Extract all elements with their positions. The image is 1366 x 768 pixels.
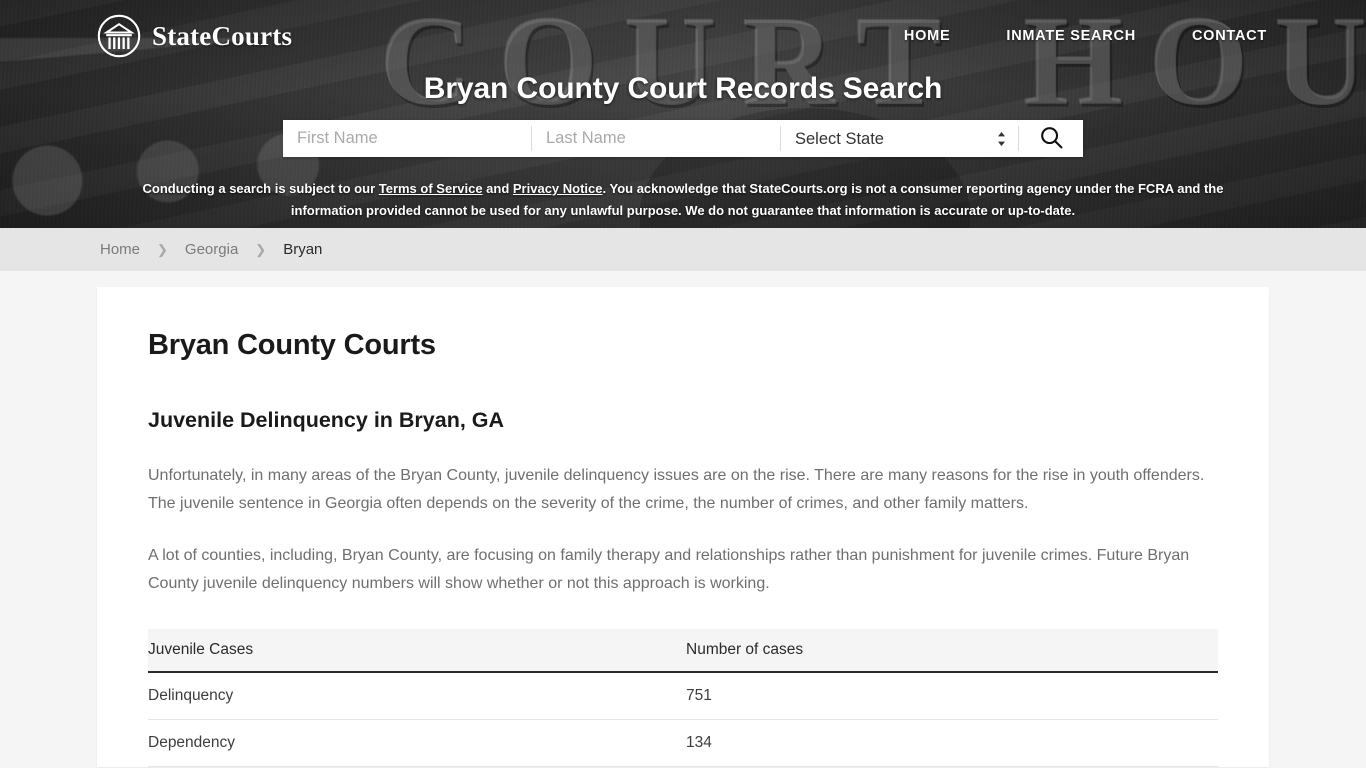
table-header-row: Juvenile Cases Number of cases <box>148 628 1218 673</box>
magnifier-icon <box>1039 125 1064 153</box>
breadcrumb-bar: Home ❯ Georgia ❯ Bryan <box>0 228 1366 271</box>
table-body: Delinquency 751 Dependency 134 <box>148 671 1218 767</box>
chevron-right-icon: ❯ <box>157 241 168 257</box>
table-head: Juvenile Cases Number of cases <box>148 628 1218 673</box>
search-button[interactable] <box>1019 120 1083 157</box>
brand-logo-link[interactable]: StateCourts <box>97 14 292 58</box>
paragraph-intro: Unfortunately, in many areas of the Brya… <box>148 467 1205 513</box>
content-card: Bryan County Courts Juvenile Delinquency… <box>97 287 1269 767</box>
chevron-right-icon: ❯ <box>255 241 267 257</box>
breadcrumb-item-home[interactable]: Home <box>100 241 140 258</box>
nav-item-home[interactable]: HOME <box>904 28 951 44</box>
section-title: Juvenile Delinquency in Bryan, GA <box>148 408 505 432</box>
page-body: Bryan County Courts Juvenile Delinquency… <box>0 271 1366 767</box>
brand-name: StateCourts <box>152 20 293 51</box>
column-header-count: Number of cases <box>686 628 1218 673</box>
courthouse-circle-icon <box>97 14 141 58</box>
paragraph-approach: A lot of counties, including, Bryan Coun… <box>148 547 1190 593</box>
juvenile-cases-table: Juvenile Cases Number of cases Delinquen… <box>148 628 1218 767</box>
record-search-form: Select State <box>283 120 1083 157</box>
last-name-input[interactable] <box>532 120 780 157</box>
cell-case-type: Delinquency <box>148 671 686 720</box>
hero-banner: COURT HOUSE StateCourts HOME INMA <box>0 0 1366 228</box>
hero-title: Bryan County Court Records Search <box>423 72 943 105</box>
state-select[interactable]: Select State <box>781 120 1018 157</box>
primary-navigation: HOME INMATE SEARCH CONTACT <box>904 28 1267 44</box>
disclaimer-text-2: and <box>482 181 513 196</box>
first-name-input[interactable] <box>283 120 531 157</box>
breadcrumb-item-bryan: Bryan <box>283 241 323 258</box>
terms-of-service-link[interactable]: Terms of Service <box>379 181 483 196</box>
disclaimer-text-1: Conducting a search is subject to our <box>142 181 379 196</box>
cell-count: 751 <box>686 671 1218 720</box>
search-disclaimer: Conducting a search is subject to our Te… <box>128 178 1238 223</box>
top-bar: StateCourts HOME INMATE SEARCH CONTACT <box>0 0 1366 72</box>
breadcrumb: Home ❯ Georgia ❯ Bryan <box>100 241 322 258</box>
table-row: Delinquency 751 <box>148 671 1218 720</box>
cell-case-type: Dependency <box>148 719 686 767</box>
page-title: Bryan County Courts <box>148 329 436 361</box>
column-header-case-type: Juvenile Cases <box>148 628 686 673</box>
privacy-notice-link[interactable]: Privacy Notice <box>513 181 603 196</box>
nav-item-contact[interactable]: CONTACT <box>1192 28 1267 44</box>
breadcrumb-item-georgia[interactable]: Georgia <box>185 241 238 258</box>
state-select-wrapper: Select State <box>781 120 1018 157</box>
table-row: Dependency 134 <box>148 719 1218 767</box>
cell-count: 134 <box>686 719 1218 767</box>
nav-item-inmate-search[interactable]: INMATE SEARCH <box>1006 28 1136 44</box>
